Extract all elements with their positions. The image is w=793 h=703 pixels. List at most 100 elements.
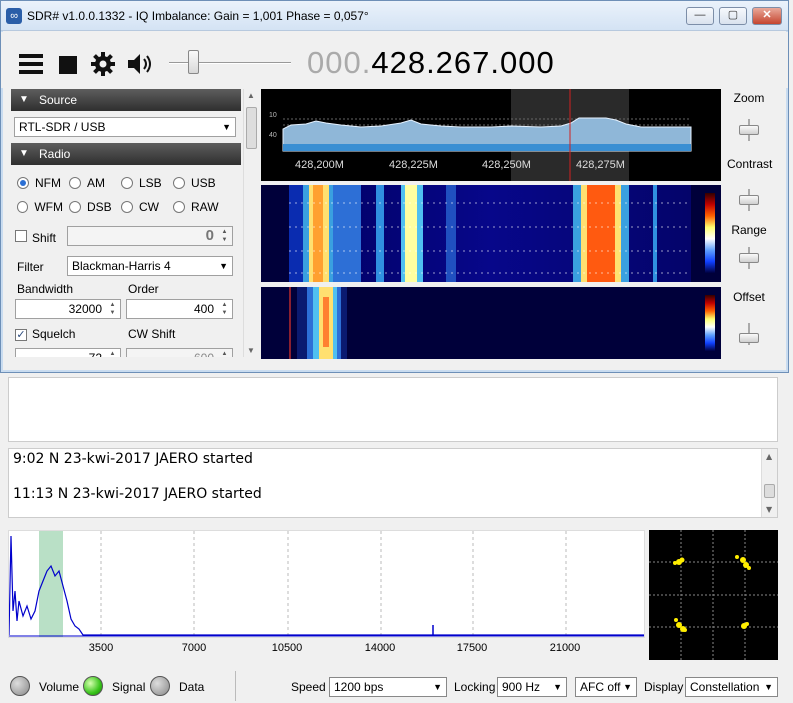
spinner-arrows[interactable]: ▲▼ (218, 228, 231, 244)
log-scrollbar[interactable]: ▲ ▼ (761, 449, 777, 517)
chevron-down-icon: ▼ (219, 261, 228, 271)
contrast-slider[interactable] (739, 189, 759, 211)
radio-dot (121, 201, 133, 213)
display-value: Constellation (690, 680, 760, 694)
waterfall-display[interactable] (261, 185, 721, 282)
cwshift-input[interactable]: 600 ▲▼ (126, 348, 233, 357)
bandwidth-input[interactable]: 32000 ▲ ▼ (15, 299, 121, 319)
mode-row-2: WFM DSB CW RAW (11, 195, 241, 219)
frequency-leading-zeros: 000. (307, 45, 372, 80)
frequency-display[interactable]: 000.428.267.000 (307, 45, 555, 81)
mode-radio-am[interactable]: AM (63, 176, 115, 190)
source-section-header[interactable]: Source (11, 89, 241, 111)
spinner-arrows[interactable]: ▲▼ (106, 350, 119, 357)
scroll-down-icon[interactable]: ▼ (247, 346, 255, 355)
constellation-plot (649, 530, 778, 660)
log-line: 11:13 N 23-kwi-2017 JAERO started (13, 486, 262, 502)
scrollbar-thumb[interactable] (764, 484, 775, 498)
fft-axis-label: 3500 (88, 642, 114, 654)
range-slider[interactable] (739, 247, 759, 269)
spinner-arrows[interactable]: ▲▼ (218, 350, 231, 357)
fft-axis-label: 21000 (549, 642, 581, 654)
svg-text:40: 40 (269, 132, 277, 139)
spinner-arrows[interactable]: ▲▼ (106, 301, 119, 317)
svg-text:10: 10 (269, 112, 277, 119)
signal-label: Signal (112, 680, 146, 694)
order-input[interactable]: 400 ▲ ▼ (126, 299, 233, 319)
mode-radio-usb[interactable]: USB (167, 176, 219, 190)
chevron-down-icon: ▼ (623, 682, 632, 692)
shift-input[interactable]: 0 ▲ ▼ (67, 226, 233, 246)
data-led-icon (150, 676, 170, 696)
waterfall-display-zoomed[interactable] (261, 287, 721, 359)
spectrum-analyzer[interactable]: 10 40 428,200M 428,225M 428,250M 428,275… (261, 89, 721, 181)
speed-select[interactable]: 1200 bps ▼ (329, 677, 447, 697)
fft-axis-label: 14000 (364, 642, 396, 654)
afc-select[interactable]: AFC off ▼ (575, 677, 637, 697)
squelch-value: 72 (89, 351, 102, 357)
checkmark-icon: ✓ (15, 329, 27, 341)
order-value: 400 (193, 302, 214, 316)
speed-label: Speed (291, 680, 326, 694)
display-select[interactable]: Constellation ▼ (685, 677, 778, 697)
title-bar[interactable]: ∞ SDR# v1.0.0.1332 - IQ Imbalance: Gain … (1, 1, 788, 31)
checkbox-box (15, 230, 27, 242)
mode-radio-dsb[interactable]: DSB (63, 200, 115, 214)
volume-slider-thumb[interactable] (188, 50, 199, 74)
squelch-checkbox[interactable]: ✓ Squelch (15, 327, 75, 341)
volume-led-icon (10, 676, 30, 696)
range-label: Range (731, 223, 767, 237)
source-device-select[interactable]: RTL-SDR / USB ▼ (14, 117, 236, 137)
hamburger-menu-icon[interactable] (19, 54, 43, 78)
fft-axis-label: 7000 (181, 642, 207, 654)
zoom-label: Zoom (733, 91, 765, 105)
mode-label: NFM (35, 176, 61, 190)
mode-radio-raw[interactable]: RAW (167, 200, 219, 214)
mode-radio-cw[interactable]: CW (115, 200, 167, 214)
locking-value: 900 Hz (502, 680, 541, 694)
shift-checkbox[interactable]: Shift (15, 230, 56, 245)
filter-select[interactable]: Blackman-Harris 4 ▼ (67, 256, 233, 276)
offset-slider[interactable] (739, 323, 759, 345)
close-button[interactable]: ✕ (752, 7, 782, 25)
radio-dot (17, 177, 29, 189)
minimize-button[interactable]: — (686, 7, 714, 25)
waterfall-color-scale (705, 295, 715, 351)
squelch-input[interactable]: 72 ▲▼ (15, 348, 121, 357)
locking-select[interactable]: 900 Hz ▼ (497, 677, 567, 697)
mode-label: LSB (139, 176, 162, 190)
radio-dot (173, 177, 185, 189)
mode-label: CW (139, 200, 159, 214)
spectrum-freq-label: 428,250M (482, 159, 531, 171)
display-label: Display (644, 680, 684, 694)
chevron-down-icon: ▼ (433, 682, 442, 692)
data-label: Data (179, 680, 205, 694)
zoom-slider[interactable] (739, 119, 759, 141)
mode-radio-lsb[interactable]: LSB (115, 176, 167, 190)
spinner-arrows[interactable]: ▲▼ (218, 301, 231, 317)
fft-spectrum-plot (8, 530, 645, 638)
decoded-messages-area[interactable] (8, 377, 778, 442)
spectrum-freq-label: 428,225M (389, 159, 438, 171)
stop-icon[interactable] (59, 56, 77, 74)
scrollbar-thumb[interactable] (246, 107, 257, 149)
scroll-up-icon[interactable]: ▲ (766, 452, 772, 461)
event-log[interactable]: 9:02 N 23-kwi-2017 JAERO started 11:13 N… (8, 448, 778, 518)
scroll-down-icon[interactable]: ▼ (766, 505, 772, 514)
mode-label: WFM (34, 200, 63, 214)
settings-scrollbar[interactable]: ▲ ▼ (243, 89, 258, 357)
mode-radio-wfm[interactable]: WFM (11, 200, 63, 214)
scroll-up-icon[interactable]: ▲ (247, 91, 255, 100)
chevron-down-icon: ▼ (553, 682, 562, 692)
radio-section-header[interactable]: Radio (11, 143, 241, 165)
afc-value: AFC off (580, 680, 621, 694)
maximize-button[interactable]: ▢ (719, 7, 747, 25)
gear-icon[interactable] (90, 51, 116, 82)
mode-radio-nfm[interactable]: NFM (11, 176, 63, 190)
status-separator (235, 671, 236, 701)
mode-label: DSB (87, 200, 112, 214)
waterfall-color-scale (705, 193, 715, 273)
filter-value: Blackman-Harris 4 (72, 259, 171, 273)
bandwidth-value: 32000 (68, 302, 102, 316)
speaker-icon[interactable] (126, 52, 154, 81)
